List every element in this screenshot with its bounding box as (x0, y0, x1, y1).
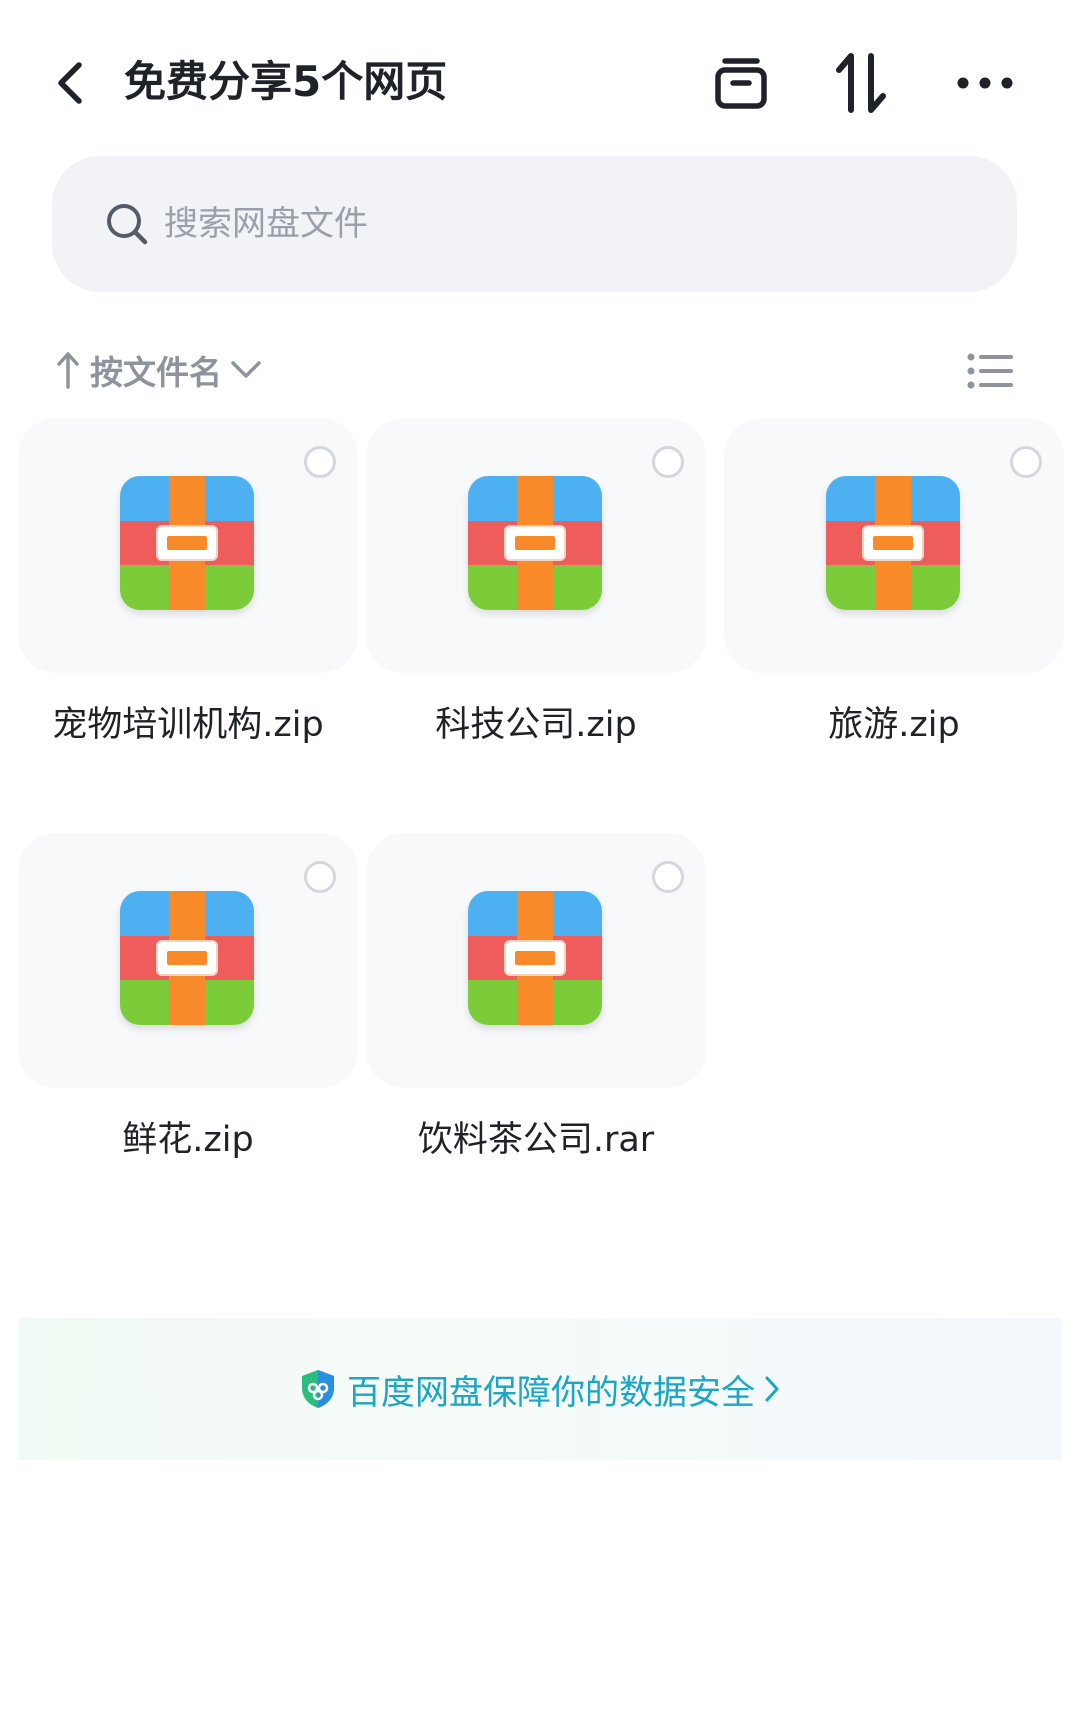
arrow-up-icon (57, 352, 79, 389)
file-thumbnail (18, 418, 358, 673)
search-input[interactable] (164, 204, 924, 244)
file-name: 旅游.zip (828, 705, 960, 745)
list-view-icon (967, 353, 1013, 389)
select-checkbox[interactable] (304, 861, 336, 893)
file-thumbnail (366, 418, 706, 673)
file-name: 科技公司.zip (435, 705, 637, 745)
file-thumbnail (366, 833, 706, 1088)
select-checkbox[interactable] (304, 446, 336, 478)
security-banner[interactable]: 百度网盘保障你的数据安全 (18, 1318, 1062, 1460)
select-checkbox[interactable] (652, 861, 684, 893)
search-bar[interactable] (52, 156, 1017, 292)
file-name: 宠物培训机构.zip (52, 705, 324, 745)
zip-archive-icon (468, 891, 602, 1025)
more-button[interactable] (950, 50, 1020, 116)
chevron-left-icon (58, 62, 82, 104)
sort-label: 按文件名 (90, 353, 222, 392)
chevron-down-icon (231, 361, 261, 378)
file-card[interactable]: 宠物培训机构.zip (18, 418, 358, 808)
more-icon (957, 77, 1013, 89)
file-card[interactable]: 鲜花.zip (18, 833, 358, 1223)
archive-button[interactable] (706, 50, 776, 116)
chevron-right-icon (765, 1376, 779, 1402)
sort-button[interactable] (826, 50, 896, 116)
file-card[interactable]: 饮料茶公司.rar (366, 833, 706, 1223)
select-checkbox[interactable] (1010, 446, 1042, 478)
select-checkbox[interactable] (652, 446, 684, 478)
file-card[interactable]: 科技公司.zip (366, 418, 706, 808)
shield-icon (302, 1370, 334, 1408)
page-title: 免费分享5个网页 (124, 57, 448, 106)
archive-icon (715, 58, 767, 109)
zip-archive-icon (120, 891, 254, 1025)
file-card[interactable]: 旅游.zip (724, 418, 1064, 808)
file-thumbnail (18, 833, 358, 1088)
file-name: 饮料茶公司.rar (417, 1120, 655, 1160)
sort-icon (836, 53, 886, 113)
back-button[interactable] (50, 55, 90, 111)
file-thumbnail (724, 418, 1064, 673)
zip-archive-icon (826, 476, 960, 610)
header: 免费分享5个网页 (0, 0, 1080, 160)
security-banner-text: 百度网盘保障你的数据安全 (347, 1372, 755, 1413)
zip-archive-icon (120, 476, 254, 610)
zip-archive-icon (468, 476, 602, 610)
search-icon (104, 201, 150, 247)
file-name: 鲜花.zip (122, 1120, 254, 1160)
sort-selector[interactable]: 按文件名 (56, 345, 262, 395)
list-view-button[interactable] (962, 346, 1018, 396)
